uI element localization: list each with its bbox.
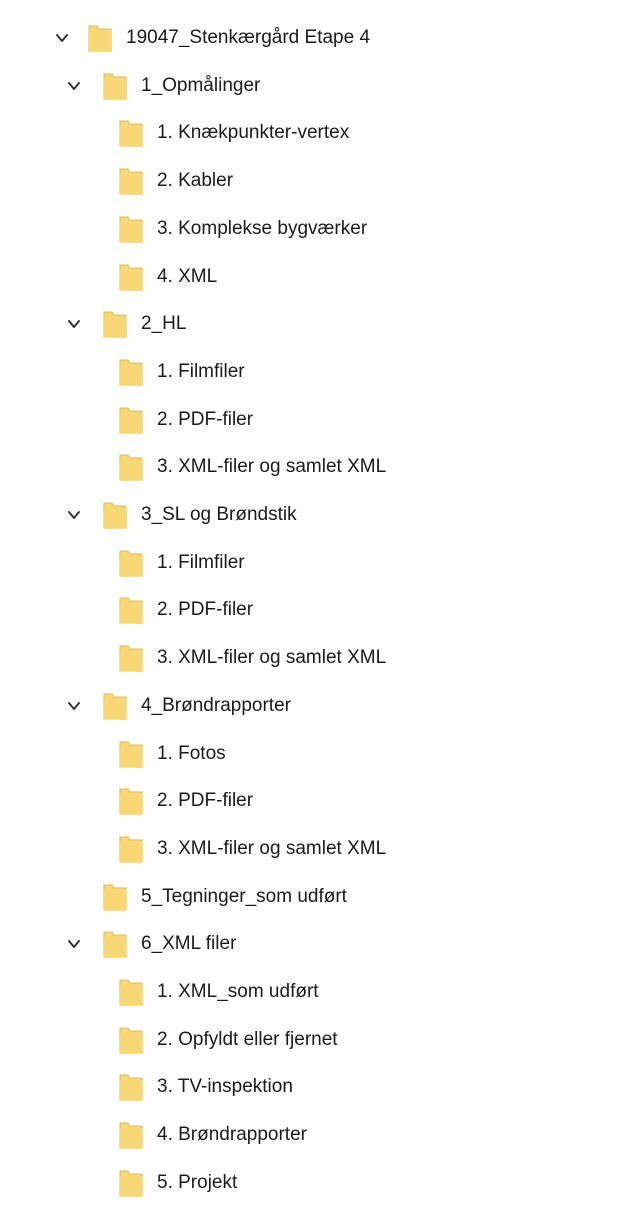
chevron-down-icon[interactable] <box>64 505 84 525</box>
folder-icon <box>118 118 144 148</box>
folder-icon <box>118 214 144 244</box>
folder-tree: 19047_Stenkærgård Etape 4 1_Opmålinger 1. … <box>0 0 620 1208</box>
chevron-down-icon[interactable] <box>64 314 84 334</box>
chevron-down-icon[interactable] <box>64 934 84 954</box>
tree-item[interactable]: 6_XML filer <box>0 924 620 964</box>
folder-icon <box>87 23 113 53</box>
tree-item-label: 3. XML-filer og samlet XML <box>157 647 387 669</box>
folder-icon <box>118 1072 144 1102</box>
tree-item-label: 5. Projekt <box>157 1171 238 1193</box>
tree-item-label: 4. Brøndrapporter <box>157 1124 307 1146</box>
tree-item-label: 2. PDF-filer <box>157 790 254 812</box>
folder-icon <box>118 405 144 435</box>
tree-item[interactable]: 2_HL <box>0 304 620 344</box>
folder-icon <box>118 786 144 816</box>
folder-icon <box>118 643 144 673</box>
tree-item[interactable]: 2. Kabler <box>0 161 620 201</box>
tree-item[interactable]: 1. Filmfiler <box>0 352 620 392</box>
folder-icon <box>118 166 144 196</box>
tree-item[interactable]: 5_Tegninger_som udført <box>0 877 620 917</box>
tree-item[interactable]: 1. Fotos <box>0 734 620 774</box>
tree-item-label: 1. Knækpunkter-vertex <box>157 122 350 144</box>
tree-item-label: 5_Tegninger_som udført <box>141 885 347 907</box>
tree-item[interactable]: 1. Filmfiler <box>0 543 620 583</box>
tree-item[interactable]: 3_SL og Brøndstik <box>0 495 620 535</box>
tree-item[interactable]: 2. PDF-filer <box>0 781 620 821</box>
tree-item-label: 1. Fotos <box>157 742 226 764</box>
folder-icon <box>102 500 128 530</box>
tree-item[interactable]: 5. Projekt <box>0 1163 620 1203</box>
tree-item-label: 1. XML_som udført <box>157 981 319 1002</box>
tree-item[interactable]: 1. Knækpunkter-vertex <box>0 113 620 153</box>
tree-item-label: 3. TV-inspektion <box>157 1076 293 1098</box>
tree-item-label: 19047_Stenkærgård Etape 4 <box>126 27 371 48</box>
chevron-down-icon[interactable] <box>52 28 72 48</box>
tree-item-label: 4. XML <box>157 265 218 287</box>
tree-item[interactable]: 3. XML-filer og samlet XML <box>0 638 620 678</box>
tree-item-label: 3. Komplekse bygværker <box>157 217 368 239</box>
tree-item[interactable]: 4_Brøndrapporter <box>0 686 620 726</box>
folder-icon <box>118 452 144 482</box>
tree-item-label: 2. PDF-filer <box>157 408 254 430</box>
tree-item-label: 2_HL <box>141 313 187 335</box>
tree-item[interactable]: 2. PDF-filer <box>0 400 620 440</box>
tree-item[interactable]: 3. XML-filer og samlet XML <box>0 829 620 869</box>
folder-icon <box>118 1168 144 1198</box>
folder-icon <box>102 929 128 959</box>
tree-item[interactable]: 3. TV-inspektion <box>0 1067 620 1107</box>
tree-item-label: 1. Filmfiler <box>157 360 245 382</box>
tree-item-label: 3. XML-filer og samlet XML <box>157 837 387 859</box>
tree-item-label: 6_XML filer <box>141 933 237 955</box>
folder-icon <box>118 834 144 864</box>
folder-icon <box>102 309 128 339</box>
tree-item[interactable]: 2. PDF-filer <box>0 590 620 630</box>
tree-item-label: 3. XML-filer og samlet XML <box>157 456 387 478</box>
tree-item-label: 1_Opmålinger <box>141 74 261 96</box>
folder-icon <box>102 882 128 912</box>
tree-item[interactable]: 4. Brøndrapporter <box>0 1115 620 1155</box>
folder-icon <box>102 691 128 721</box>
tree-item-label: 2. PDF-filer <box>157 599 254 621</box>
tree-item[interactable]: 3. XML-filer og samlet XML <box>0 447 620 487</box>
folder-icon <box>118 262 144 292</box>
tree-item-label: 4_Brøndrapporter <box>141 694 291 716</box>
folder-icon <box>118 1025 144 1055</box>
tree-item[interactable]: 1_Opmålinger <box>0 66 620 106</box>
folder-icon <box>102 71 128 101</box>
folder-icon <box>118 1120 144 1150</box>
folder-icon <box>118 357 144 387</box>
folder-icon <box>118 977 144 1007</box>
tree-item[interactable]: 19047_Stenkærgård Etape 4 <box>0 18 620 58</box>
tree-item-label: 2. Opfyldt eller fjernet <box>157 1028 338 1050</box>
chevron-down-icon[interactable] <box>64 76 84 96</box>
tree-item-label: 3_SL og Brøndstik <box>141 504 297 525</box>
folder-icon <box>118 595 144 625</box>
tree-item-label: 1. Filmfiler <box>157 551 245 573</box>
tree-item-label: 2. Kabler <box>157 170 234 192</box>
tree-item[interactable]: 3. Komplekse bygværker <box>0 209 620 249</box>
tree-item[interactable]: 1. XML_som udført <box>0 972 620 1012</box>
folder-icon <box>118 739 144 769</box>
tree-item[interactable]: 2. Opfyldt eller fjernet <box>0 1020 620 1060</box>
chevron-down-icon[interactable] <box>64 696 84 716</box>
tree-item[interactable]: 4. XML <box>0 257 620 297</box>
folder-icon <box>118 548 144 578</box>
